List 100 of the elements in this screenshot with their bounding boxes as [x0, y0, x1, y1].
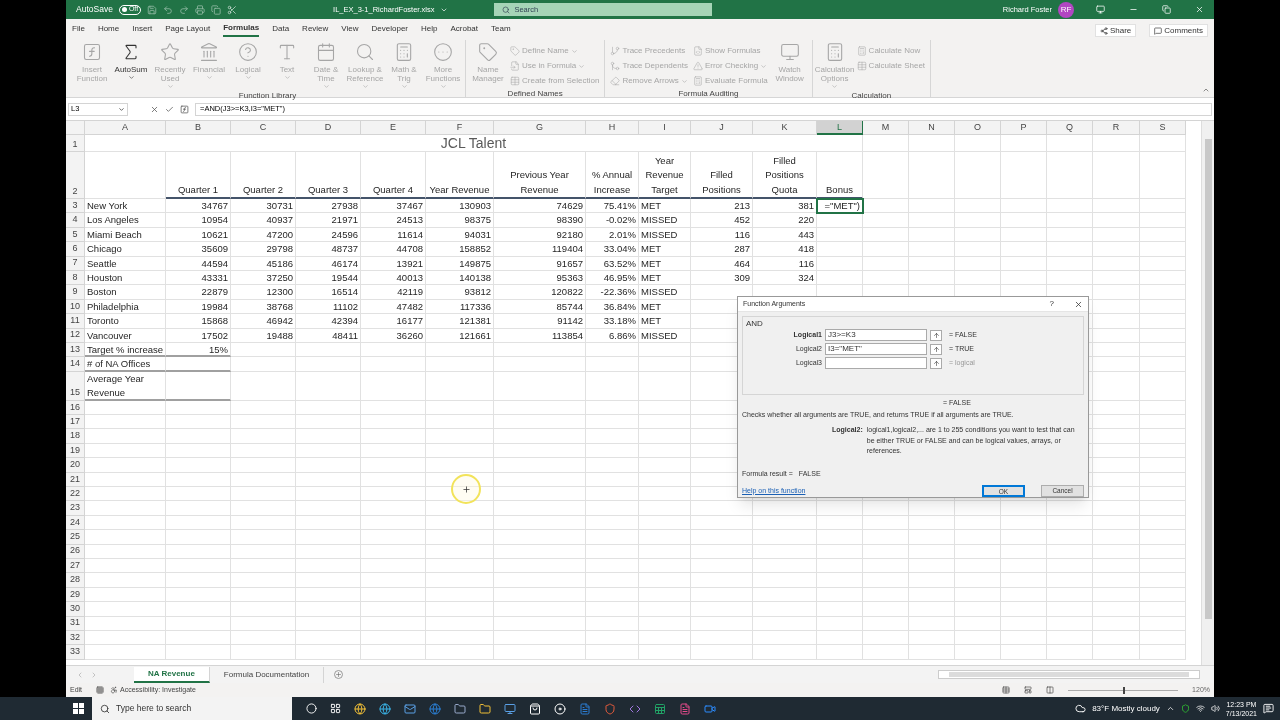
cell[interactable]	[85, 602, 166, 617]
cell[interactable]	[1093, 573, 1140, 588]
cell[interactable]	[85, 415, 166, 430]
cell[interactable]: 120822	[494, 285, 586, 300]
cell[interactable]	[1001, 256, 1047, 271]
cell[interactable]: 98375	[426, 213, 494, 228]
cell[interactable]	[1140, 443, 1186, 459]
cell[interactable]	[166, 616, 231, 631]
cell[interactable]	[494, 573, 586, 588]
cell[interactable]	[166, 559, 231, 574]
row-header[interactable]: 4	[66, 213, 85, 228]
cell[interactable]	[909, 544, 955, 559]
cell[interactable]	[296, 357, 361, 372]
column-header[interactable]: G	[494, 121, 586, 135]
cell[interactable]	[361, 357, 426, 372]
cell[interactable]	[231, 400, 296, 416]
cell[interactable]	[639, 645, 691, 660]
cell[interactable]	[586, 501, 639, 516]
cell[interactable]	[639, 630, 691, 646]
cell[interactable]	[1093, 559, 1140, 574]
cell[interactable]	[817, 573, 863, 588]
windows-icon[interactable]	[73, 703, 84, 714]
cell[interactable]	[361, 342, 426, 358]
cell[interactable]	[296, 645, 361, 660]
column-heading[interactable]: Year Revenue	[426, 152, 494, 199]
cell[interactable]	[909, 199, 955, 214]
cell[interactable]	[426, 544, 494, 559]
cell[interactable]	[85, 458, 166, 473]
cell[interactable]	[85, 587, 166, 603]
cell[interactable]: 11102	[296, 299, 361, 315]
cell[interactable]	[361, 559, 426, 574]
cell[interactable]	[1047, 602, 1093, 617]
cell[interactable]	[426, 630, 494, 646]
cell[interactable]	[1001, 213, 1047, 228]
cell[interactable]	[863, 213, 909, 228]
cell[interactable]	[955, 630, 1001, 646]
cell[interactable]	[691, 573, 753, 588]
argument-field[interactable]	[825, 357, 927, 370]
cell[interactable]	[863, 227, 909, 243]
cell[interactable]	[296, 587, 361, 603]
cell[interactable]: MET	[639, 242, 691, 257]
cell[interactable]	[1093, 199, 1140, 214]
column-header[interactable]: R	[1093, 121, 1140, 135]
ribbon-button[interactable]: AutoSum	[112, 40, 150, 90]
column-header[interactable]: H	[586, 121, 639, 135]
cell[interactable]	[494, 487, 586, 502]
cell[interactable]: 74629	[494, 199, 586, 214]
cell[interactable]	[426, 400, 494, 416]
disc-icon[interactable]	[554, 702, 566, 715]
cell[interactable]	[909, 530, 955, 545]
cell[interactable]	[753, 616, 817, 631]
cell[interactable]: 36260	[361, 328, 426, 343]
cell[interactable]	[586, 559, 639, 574]
cell[interactable]	[1001, 501, 1047, 516]
cell[interactable]	[639, 415, 691, 430]
cell[interactable]	[1001, 559, 1047, 574]
cell[interactable]: 35609	[166, 242, 231, 257]
cell[interactable]	[296, 371, 361, 401]
cell[interactable]	[296, 559, 361, 574]
column-header[interactable]: D	[296, 121, 361, 135]
select-all-corner[interactable]	[66, 121, 85, 135]
column-header[interactable]: Q	[1047, 121, 1093, 135]
cell[interactable]: 213	[691, 199, 753, 214]
scrollbar-thumb[interactable]	[949, 672, 1189, 677]
cell[interactable]: 44594	[166, 256, 231, 271]
cell[interactable]	[296, 501, 361, 516]
cell[interactable]: MISSED	[639, 285, 691, 300]
cell[interactable]	[955, 270, 1001, 286]
cell[interactable]	[296, 487, 361, 502]
cell[interactable]	[1140, 270, 1186, 286]
ribbon-tab[interactable]: Team	[491, 20, 511, 37]
cell[interactable]	[85, 544, 166, 559]
cell[interactable]: Toronto	[85, 314, 166, 329]
cell[interactable]	[639, 458, 691, 473]
cell[interactable]: 42394	[296, 314, 361, 329]
cell[interactable]: 91142	[494, 314, 586, 329]
cell[interactable]	[361, 371, 426, 401]
cell[interactable]	[909, 256, 955, 271]
column-header[interactable]: K	[753, 121, 817, 135]
cell[interactable]	[1093, 227, 1140, 243]
cell[interactable]	[586, 342, 639, 358]
cell[interactable]	[1140, 256, 1186, 271]
cell[interactable]	[426, 487, 494, 502]
cell[interactable]	[166, 645, 231, 660]
cell[interactable]	[586, 472, 639, 488]
cell[interactable]: 220	[753, 213, 817, 228]
cell[interactable]	[1093, 472, 1140, 488]
cell[interactable]: 12300	[231, 285, 296, 300]
cell[interactable]	[817, 227, 863, 243]
cell[interactable]: 24513	[361, 213, 426, 228]
cell[interactable]	[1001, 199, 1047, 214]
cell[interactable]	[863, 256, 909, 271]
column-header[interactable]: S	[1140, 121, 1186, 135]
cell[interactable]: MET	[639, 256, 691, 271]
cell[interactable]	[955, 199, 1001, 214]
cell[interactable]	[909, 559, 955, 574]
column-header[interactable]: P	[1001, 121, 1047, 135]
column-heading[interactable]: Quarter 2	[231, 152, 296, 199]
ribbon-tab[interactable]: Help	[421, 20, 438, 37]
cell[interactable]: 36.84%	[586, 299, 639, 315]
